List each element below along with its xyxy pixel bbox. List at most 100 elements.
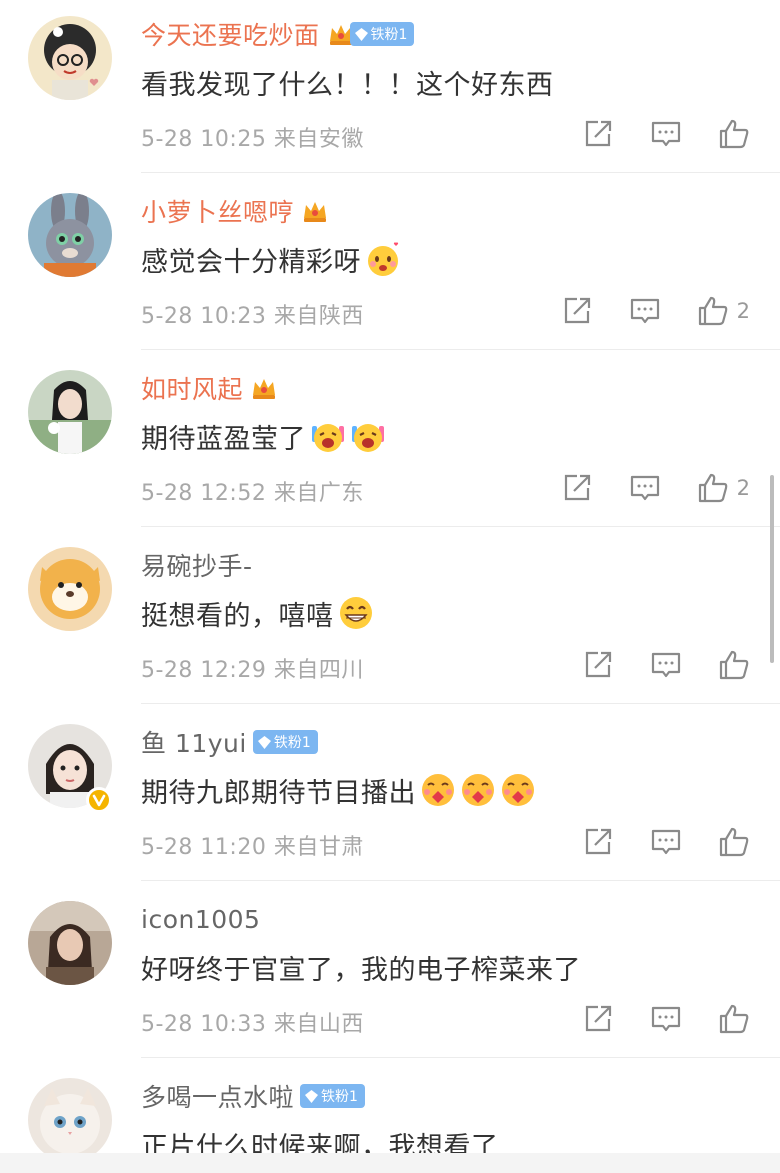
verified-icon bbox=[86, 787, 112, 813]
like-button[interactable]: 2 bbox=[697, 295, 750, 327]
username[interactable]: 小萝卜丝嗯哼 bbox=[141, 193, 294, 229]
like-icon bbox=[719, 119, 749, 149]
username[interactable]: 易碗抄手- bbox=[141, 547, 253, 583]
comment-icon bbox=[651, 829, 681, 855]
kiss-face-emoji bbox=[460, 772, 496, 808]
divider bbox=[141, 880, 780, 881]
comment-icon bbox=[630, 475, 659, 501]
comment-actions bbox=[582, 118, 750, 150]
name-row: 易碗抄手- bbox=[141, 545, 253, 585]
comment-meta: 5-28 10:25 来自安徽 bbox=[141, 127, 364, 152]
avatar[interactable] bbox=[28, 1078, 112, 1162]
share-icon bbox=[564, 297, 590, 324]
comment-meta: 5-28 12:29 来自四川 bbox=[141, 658, 364, 683]
share-button[interactable] bbox=[582, 649, 614, 681]
comment-actions: 2 bbox=[561, 295, 750, 327]
like-button[interactable] bbox=[718, 1003, 750, 1035]
comment-meta: 5-28 10:33 来自山西 bbox=[141, 1012, 364, 1037]
comment-button[interactable] bbox=[650, 826, 682, 858]
comment-button[interactable] bbox=[650, 1003, 682, 1035]
like-button[interactable] bbox=[718, 826, 750, 858]
like-count: 2 bbox=[736, 476, 750, 500]
comment-item: 如时风起 期待蓝盈莹了 5-28 12:52 来自广东 2 bbox=[0, 354, 780, 531]
username[interactable]: 多喝一点水啦 bbox=[141, 1078, 294, 1114]
avatar[interactable] bbox=[28, 16, 112, 100]
avatar[interactable] bbox=[28, 193, 112, 277]
like-button[interactable] bbox=[718, 118, 750, 150]
comment-text: 好呀终于官宣了，我的电子榨菜来了 bbox=[141, 954, 581, 986]
avatar[interactable] bbox=[28, 547, 112, 631]
share-button[interactable] bbox=[582, 826, 614, 858]
share-button[interactable] bbox=[582, 118, 614, 150]
username[interactable]: 鱼 11yui bbox=[141, 724, 247, 760]
comment-meta: 5-28 10:23 来自陕西 bbox=[141, 304, 364, 329]
crown-icon bbox=[249, 373, 279, 403]
comment-actions bbox=[582, 826, 750, 858]
comment-button[interactable] bbox=[650, 118, 682, 150]
excited-face-emoji bbox=[310, 418, 346, 454]
comment-item: 鱼 11yui 铁粉1 期待九郎期待节目播出 5-28 11:20 来自甘肃 bbox=[0, 708, 780, 885]
name-row: 今天还要吃炒面 铁粉1 bbox=[141, 14, 415, 54]
comment-meta: 5-28 12:52 来自广东 bbox=[141, 481, 364, 506]
share-icon bbox=[564, 474, 590, 501]
comment-actions bbox=[582, 1003, 750, 1035]
comment-item: 今天还要吃炒面 铁粉1 看我发现了什么！！！这个好东西 5-28 10:25 来… bbox=[0, 0, 780, 177]
share-icon bbox=[585, 828, 612, 855]
avatar[interactable] bbox=[28, 370, 112, 454]
comment-text: 期待蓝盈莹了 bbox=[141, 414, 386, 458]
comment-meta: 5-28 11:20 来自甘肃 bbox=[141, 835, 364, 860]
scrollbar[interactable] bbox=[770, 475, 774, 663]
grin-emoji bbox=[338, 595, 374, 631]
like-icon bbox=[698, 296, 727, 326]
comment-icon bbox=[651, 1006, 681, 1032]
divider bbox=[141, 172, 780, 173]
name-row: 如时风起 bbox=[141, 368, 279, 408]
fan-badge: 铁粉1 bbox=[349, 22, 415, 46]
like-icon bbox=[719, 827, 749, 857]
comment-actions: 2 bbox=[561, 472, 750, 504]
username[interactable]: 今天还要吃炒面 bbox=[141, 16, 320, 52]
comment-text: 感觉会十分精彩呀 bbox=[141, 237, 401, 281]
like-icon bbox=[698, 473, 727, 503]
comment-actions bbox=[582, 649, 750, 681]
love-face-emoji bbox=[365, 241, 401, 277]
kiss-face-emoji bbox=[500, 772, 536, 808]
avatar[interactable] bbox=[28, 901, 112, 985]
share-button[interactable] bbox=[561, 472, 593, 504]
comment-text: 看我发现了什么！！！这个好东西 bbox=[141, 69, 554, 101]
like-button[interactable] bbox=[718, 649, 750, 681]
comment-item: 易碗抄手- 挺想看的，嘻嘻 5-28 12:29 来自四川 bbox=[0, 531, 780, 708]
comment-text: 挺想看的，嘻嘻 bbox=[141, 591, 374, 635]
comment-text: 期待九郎期待节目播出 bbox=[141, 768, 536, 812]
comment-button[interactable] bbox=[629, 472, 661, 504]
fan-badge: 铁粉1 bbox=[300, 1084, 365, 1108]
username[interactable]: 如时风起 bbox=[141, 370, 243, 406]
like-icon bbox=[719, 1004, 749, 1034]
divider bbox=[141, 1057, 780, 1058]
comment-icon bbox=[630, 298, 659, 324]
name-row: 小萝卜丝嗯哼 bbox=[141, 191, 330, 231]
name-row: 多喝一点水啦 铁粉1 bbox=[141, 1076, 365, 1116]
bottom-edge bbox=[0, 1153, 780, 1173]
share-icon bbox=[585, 120, 612, 147]
divider bbox=[141, 526, 780, 527]
comment-item: icon1005 好呀终于官宣了，我的电子榨菜来了 5-28 10:33 来自山… bbox=[0, 885, 780, 1062]
share-button[interactable] bbox=[582, 1003, 614, 1035]
name-row: icon1005 bbox=[141, 899, 260, 939]
username[interactable]: icon1005 bbox=[141, 905, 260, 934]
like-icon bbox=[719, 650, 749, 680]
comment-icon bbox=[651, 121, 681, 147]
comment-button[interactable] bbox=[650, 649, 682, 681]
crown-icon bbox=[300, 196, 330, 226]
kiss-face-emoji bbox=[420, 772, 456, 808]
comment-icon bbox=[651, 652, 681, 678]
like-button[interactable]: 2 bbox=[697, 472, 750, 504]
fan-badge: 铁粉1 bbox=[252, 730, 318, 754]
excited-face-emoji bbox=[350, 418, 386, 454]
divider bbox=[141, 703, 780, 704]
share-button[interactable] bbox=[561, 295, 593, 327]
comment-button[interactable] bbox=[629, 295, 661, 327]
comment-item: 小萝卜丝嗯哼 感觉会十分精彩呀 5-28 10:23 来自陕西 2 bbox=[0, 177, 780, 354]
divider bbox=[141, 349, 780, 350]
share-icon bbox=[585, 651, 612, 678]
